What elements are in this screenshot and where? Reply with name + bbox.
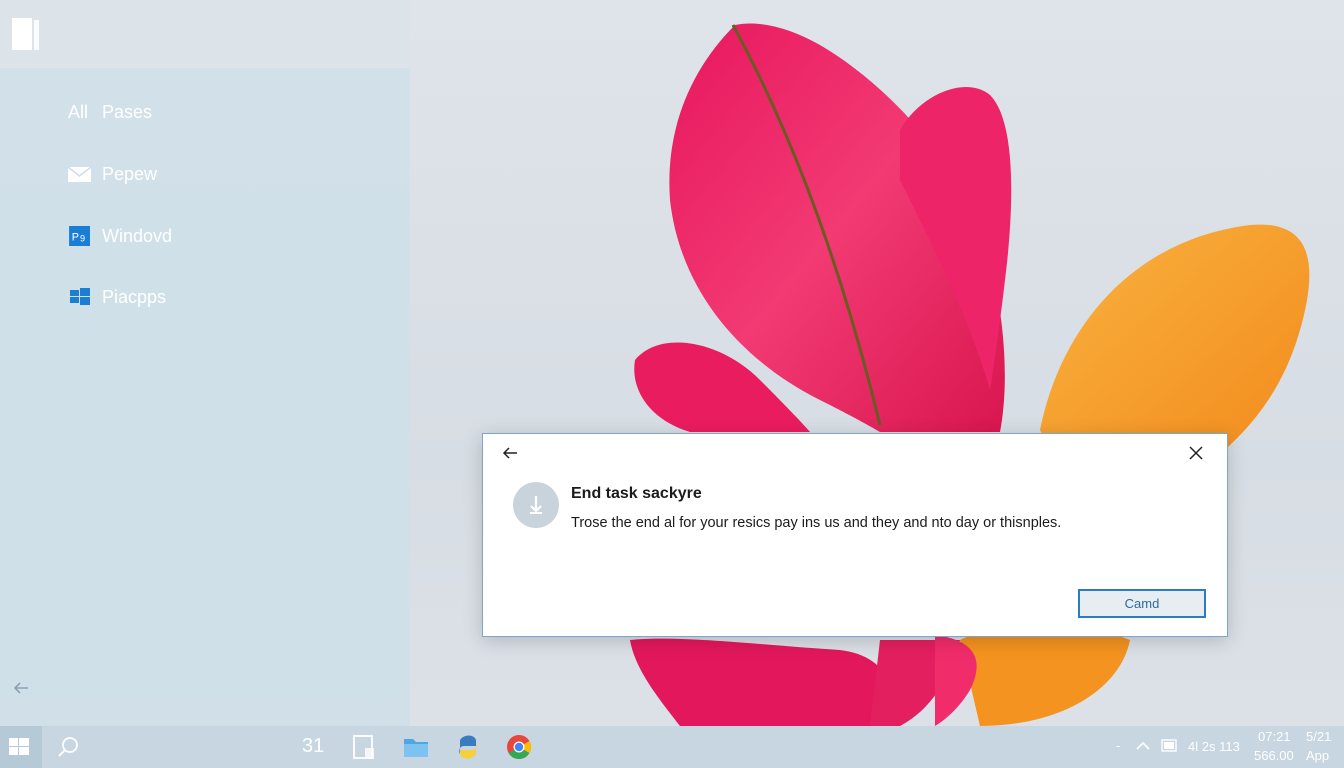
start-side-panel: All Pases Pepew P 9 Windovd Piacpps (0, 0, 410, 726)
clock-date[interactable]: 5/21 (1306, 729, 1331, 744)
desktop: All Pases Pepew P 9 Windovd Piacpps End … (0, 0, 1344, 768)
chevron-up-icon[interactable] (1134, 738, 1152, 754)
dialog-title: End task sackyre (571, 485, 702, 502)
svg-text:P: P (72, 232, 79, 244)
sidebar-item-label: Pepew (102, 163, 158, 184)
chrome-icon (507, 735, 532, 760)
sidebar-item-windovd[interactable]: P 9 Windovd (68, 223, 172, 249)
taskbar-chrome[interactable] (500, 726, 540, 768)
sidebar-item-label: Windovd (102, 225, 173, 246)
svg-text:9: 9 (80, 233, 85, 243)
dialog-message: Trose the end al for your resics pay ins… (571, 515, 1062, 531)
cancel-button[interactable]: Camd (1078, 589, 1206, 618)
download-icon (513, 482, 559, 528)
search-button[interactable] (48, 726, 88, 768)
clock-sub[interactable]: 566.00 (1254, 748, 1294, 763)
folder-icon (404, 739, 428, 757)
notifications-label[interactable]: App (1306, 748, 1329, 763)
taskbar-file-explorer[interactable] (396, 726, 436, 768)
back-arrow-icon[interactable] (501, 444, 519, 462)
end-task-dialog: End task sackyre Trose the end al for yo… (482, 433, 1228, 637)
tablet-icon (353, 735, 374, 759)
side-panel-header (0, 0, 410, 68)
start-button[interactable] (0, 726, 42, 768)
taskbar: 31 - 4l 2s 113 07:21 566.00 5/21 App (0, 726, 1344, 768)
sidebar-item-pepew[interactable]: Pepew (68, 161, 157, 187)
back-arrow-icon[interactable] (12, 679, 30, 697)
taskbar-tablet-app[interactable] (344, 726, 384, 768)
document-icon[interactable] (12, 16, 40, 52)
taskbar-pinned-31[interactable]: 31 (292, 726, 332, 768)
windows-app-icon (70, 288, 90, 305)
tray-status-text: 4l 2s 113 (1188, 739, 1240, 754)
sidebar-item-all-pases[interactable]: All Pases (68, 99, 152, 125)
python-icon (459, 735, 477, 759)
ps-app-icon: P 9 (69, 226, 90, 246)
taskbar-python-app[interactable] (448, 726, 488, 768)
sidebar-item-label: Pases (102, 101, 153, 122)
sidebar-item-label: Piacpps (102, 286, 167, 307)
sidebar-item-prefix: All (68, 101, 89, 122)
battery-icon[interactable] (1161, 739, 1179, 753)
mail-icon (68, 166, 92, 182)
sidebar-item-piacpps[interactable]: Piacpps (68, 284, 166, 310)
windows-logo-icon (9, 738, 29, 755)
pinned-label: 31 (302, 735, 325, 757)
close-icon[interactable] (1187, 444, 1205, 462)
clock-time[interactable]: 07:21 (1258, 729, 1291, 744)
tray-dash: - (1116, 738, 1121, 753)
search-icon (58, 737, 78, 757)
